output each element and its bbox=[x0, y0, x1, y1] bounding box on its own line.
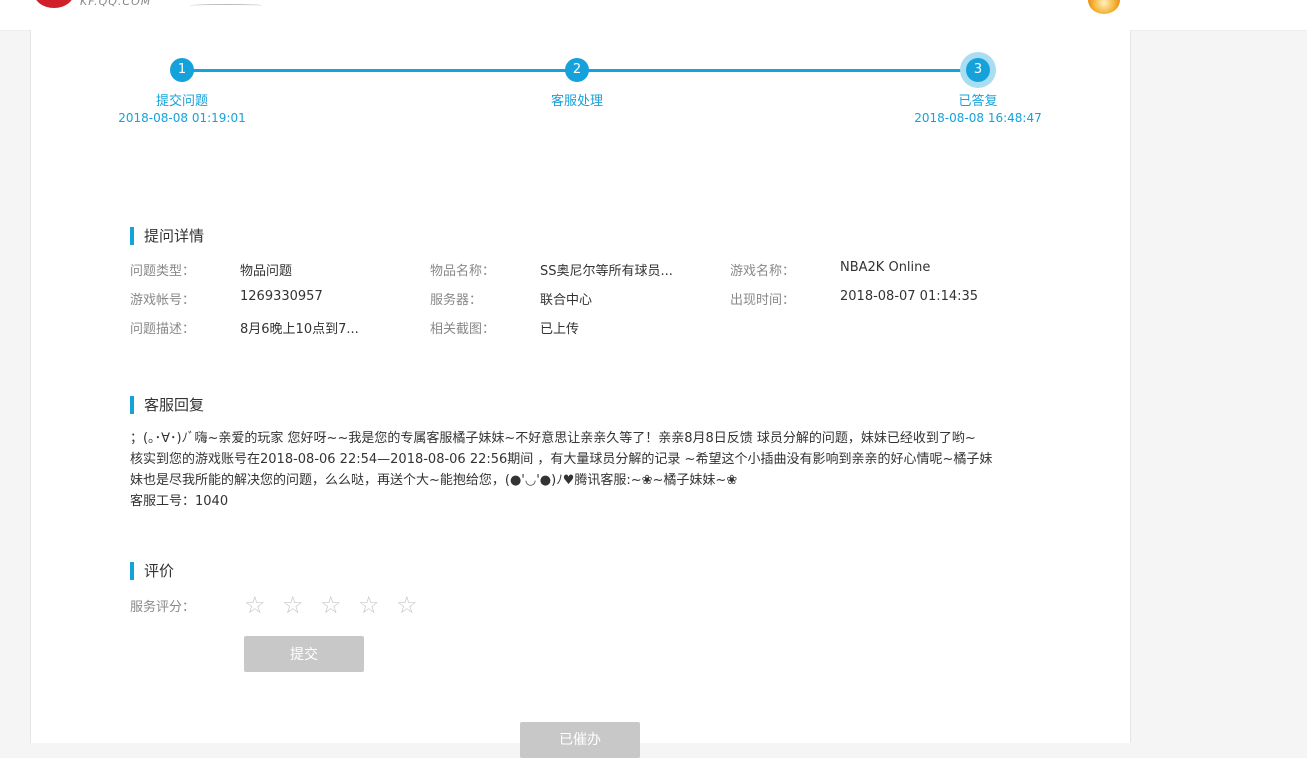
field-label-game-name: 游戏名称： bbox=[730, 264, 796, 279]
field-value-game-name: NBA2K Online bbox=[840, 260, 931, 275]
field-label-description: 问题描述： bbox=[130, 322, 196, 337]
field-value-description[interactable]: 8月6晚上10点到7... bbox=[240, 318, 359, 337]
step-3-time: 2018-08-08 16:48:47 bbox=[914, 111, 1042, 125]
logo-text: KF.QQ.COM bbox=[80, 0, 152, 8]
logo-swoosh-decoration bbox=[190, 4, 262, 7]
top-bar: KF.QQ.COM bbox=[0, 0, 1307, 31]
step-1-time: 2018-08-08 01:19:01 bbox=[118, 111, 246, 125]
field-value-occur-time: 2018-08-07 01:14:35 bbox=[840, 289, 979, 304]
field-label-screenshot: 相关截图： bbox=[430, 322, 496, 337]
reply-content: ；(｡･∀･)ﾉﾞ嗨~亲爱的玩家 您好呀~~我是您的专属客服橘子妹妹~不好意思让… bbox=[130, 428, 1035, 512]
field-value-problem-type: 物品问题 bbox=[240, 264, 293, 279]
field-value-server: 联合中心 bbox=[540, 293, 593, 308]
user-avatar-icon[interactable] bbox=[1088, 0, 1120, 14]
star-5-icon[interactable]: ☆ bbox=[396, 592, 418, 618]
step-2-circle: 2 bbox=[565, 58, 589, 82]
field-label-problem-type: 问题类型： bbox=[130, 264, 196, 279]
field-label-occur-time: 出现时间： bbox=[730, 293, 796, 308]
main-panel bbox=[30, 30, 1131, 743]
reply-title: 客服回复 bbox=[130, 396, 204, 414]
reply-staff-id: 客服工号：1040 bbox=[130, 494, 229, 509]
field-value-item-name: SS奥尼尔等所有球员... bbox=[540, 264, 673, 279]
field-label-server: 服务器： bbox=[430, 293, 483, 308]
star-3-icon[interactable]: ☆ bbox=[320, 592, 342, 618]
step-3-circle: 3 bbox=[966, 58, 990, 82]
reply-line: ；(｡･∀･)ﾉﾞ嗨~亲爱的玩家 您好呀~~我是您的专属客服橘子妹妹~不好意思让… bbox=[130, 431, 976, 446]
reply-line: 妹也是尽我所能的解决您的问题，么么哒，再送个大~能抱给您，(●'◡'●)ﾉ♥腾讯… bbox=[130, 473, 738, 488]
step-1-label: 提交问题 bbox=[155, 94, 208, 109]
rating-title: 评价 bbox=[130, 562, 174, 580]
rating-label: 服务评分： bbox=[130, 600, 196, 615]
field-label-item-name: 物品名称： bbox=[430, 264, 496, 279]
reply-line: 核实到您的游戏账号在2018-08-06 22:54—2018-08-06 22… bbox=[130, 452, 993, 467]
submit-rating-button[interactable]: 提交 bbox=[244, 636, 364, 672]
urge-button[interactable]: 已催办 bbox=[520, 722, 640, 758]
field-value-screenshot[interactable]: 已上传 bbox=[540, 318, 579, 337]
step-1-circle: 1 bbox=[170, 58, 194, 82]
field-label-game-account: 游戏帐号： bbox=[130, 293, 196, 308]
field-value-game-account: 1269330957 bbox=[240, 289, 323, 304]
step-2-label: 客服处理 bbox=[550, 94, 603, 109]
star-1-icon[interactable]: ☆ bbox=[244, 592, 266, 618]
star-4-icon[interactable]: ☆ bbox=[358, 592, 380, 618]
step-3-label: 已答复 bbox=[958, 94, 998, 109]
details-title: 提问详情 bbox=[130, 227, 204, 245]
logo-icon[interactable] bbox=[34, 0, 74, 8]
star-2-icon[interactable]: ☆ bbox=[282, 592, 304, 618]
